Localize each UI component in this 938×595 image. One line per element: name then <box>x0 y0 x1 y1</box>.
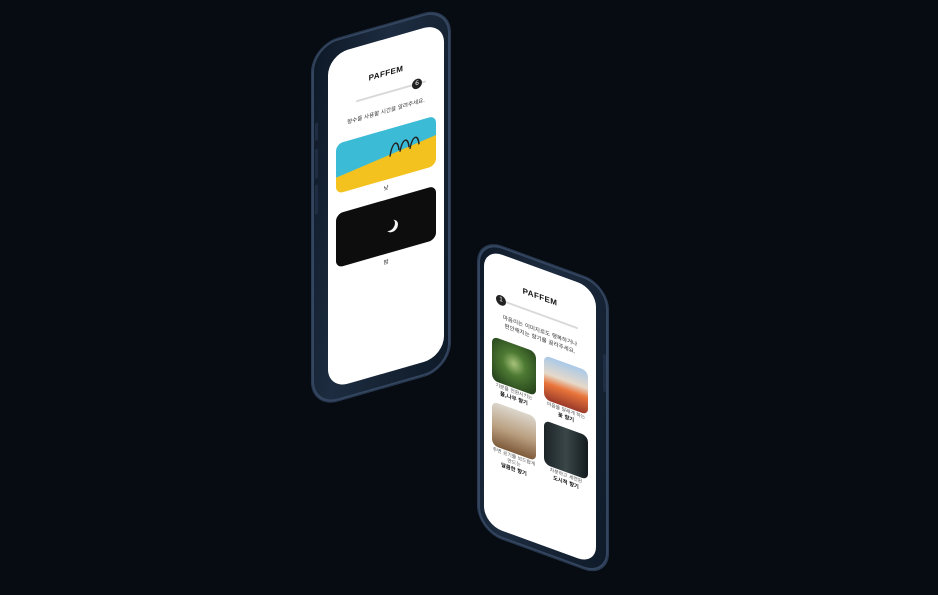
sandals-icon <box>389 136 420 157</box>
scent-option-urban[interactable]: 차분하고 세련된 도시적 향기 <box>544 420 588 501</box>
progress-step-indicator: 6 <box>412 77 422 91</box>
phone-volume-down <box>315 184 318 216</box>
scent-option-sweet[interactable]: 주변 공기를 보드랍게 만드는 달콤한 향기 <box>492 401 536 482</box>
phone-power-button <box>603 353 606 393</box>
phone-mockup-scent-preference: PAFFEM 1 마음리는 이미지로도 행복하거나 편안해지는 향기를 골라주세… <box>478 238 608 578</box>
progress-step-indicator: 1 <box>496 293 506 308</box>
phone-mockup-time-of-day: PAFFEM 6 향수를 사용할 시간을 알려주세요. 낮 밤 <box>312 6 450 408</box>
mockup-stage: PAFFEM 6 향수를 사용할 시간을 알려주세요. 낮 밤 PAFFEM 1… <box>0 0 938 595</box>
phone-screen-2: PAFFEM 1 마음리는 이미지로도 행복하거나 편안해지는 향기를 골라주세… <box>484 248 596 565</box>
phone-side-button <box>315 122 318 142</box>
scent-option-wood[interactable]: 기분을 전환시키는 풀,나무 향기 <box>492 336 536 411</box>
scent-option-flower[interactable]: 마음을 달래게 하는 꽃 향기 <box>544 355 588 430</box>
scent-options-grid: 기분을 전환시키는 풀,나무 향기 마음을 달래게 하는 꽃 향기 주변 공기를… <box>492 336 588 501</box>
phone-volume-up <box>315 148 318 180</box>
crescent-moon-icon <box>384 218 398 233</box>
phone-screen-1: PAFFEM 6 향수를 사용할 시간을 알려주세요. 낮 밤 <box>328 22 444 390</box>
option-day-card[interactable] <box>336 115 436 195</box>
